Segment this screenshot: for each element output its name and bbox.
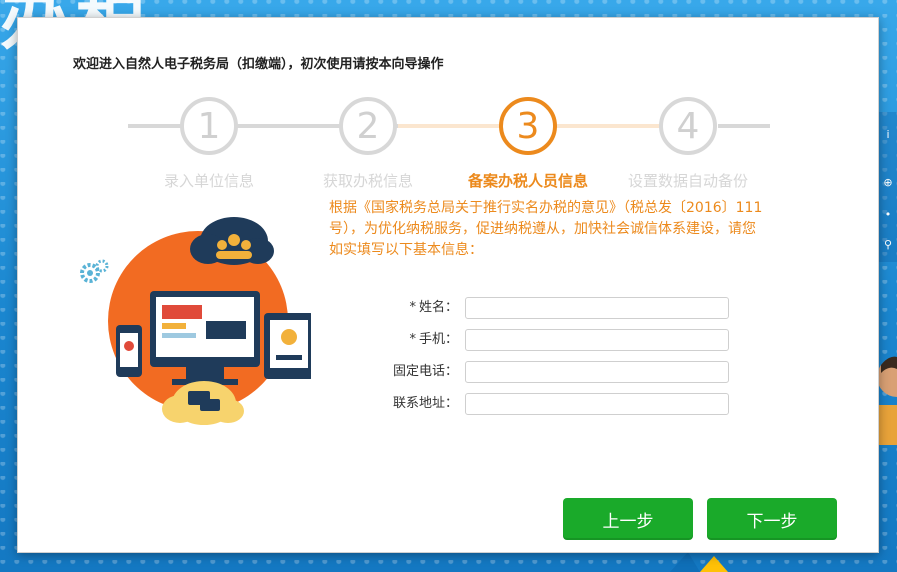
step-connector-end [718,124,770,128]
form-row-phone: 固定电话： [348,361,788,383]
address-label: 联系地址： [392,396,458,411]
landline-input[interactable] [465,361,729,383]
step-2-label: 获取办税信息 [322,172,413,190]
mobile-input[interactable] [465,329,729,351]
form-row-mobile: * 手机： [348,329,788,351]
required-mark: * [409,300,416,315]
users-cloud-icon [190,217,274,265]
required-mark: * [409,332,416,347]
step-2-circle: 2 [339,97,397,155]
dot-icon[interactable]: • [881,208,895,222]
devices-illustration [80,217,311,425]
step-2-number: 2 [356,105,380,147]
step-1-number: 1 [197,105,221,147]
address-input[interactable] [465,393,729,415]
mobile-label: * 手机： [409,332,458,347]
side-toolbar: i ⊕ • ⚲ [879,112,897,262]
name-input[interactable] [465,297,729,319]
tablet-icon [264,313,311,379]
landline-label: 固定电话： [392,364,458,379]
realname-notice: 根据《国家税务总局关于推行实名办税的意见》（税总发〔2016〕111号），为优化… [329,200,763,258]
name-label: * 姓名： [409,300,458,315]
step-1-label: 录入单位信息 [163,172,254,190]
step-3-label: 备案办税人员信息 [467,172,588,190]
step-4-label: 设置数据自动备份 [627,172,748,190]
prev-step-button[interactable]: 上一步 [563,498,693,540]
form-row-name: * 姓名： [348,297,788,319]
setup-wizard-dialog: 欢迎进入自然人电子税务局（扣缴端），初次使用请按本向导操作 1 2 3 4 录入… [17,17,879,553]
step-4-circle: 4 [659,97,717,155]
next-step-button[interactable]: 下一步 [707,498,837,540]
plus-icon[interactable]: ⊕ [881,176,895,190]
phone-icon [116,325,142,377]
step-3-number: 3 [516,105,540,147]
step-1-circle: 1 [180,97,238,155]
info-icon[interactable]: i [881,128,895,142]
step-3-circle: 3 [499,97,557,155]
step-4-number: 4 [676,105,700,147]
form-row-address: 联系地址： [348,393,788,415]
search-icon[interactable]: ⚲ [881,238,895,252]
dialog-title: 欢迎进入自然人电子税务局（扣缴端），初次使用请按本向导操作 [73,57,444,72]
gear-icon [80,259,109,283]
backdrop-decoration [670,552,728,572]
